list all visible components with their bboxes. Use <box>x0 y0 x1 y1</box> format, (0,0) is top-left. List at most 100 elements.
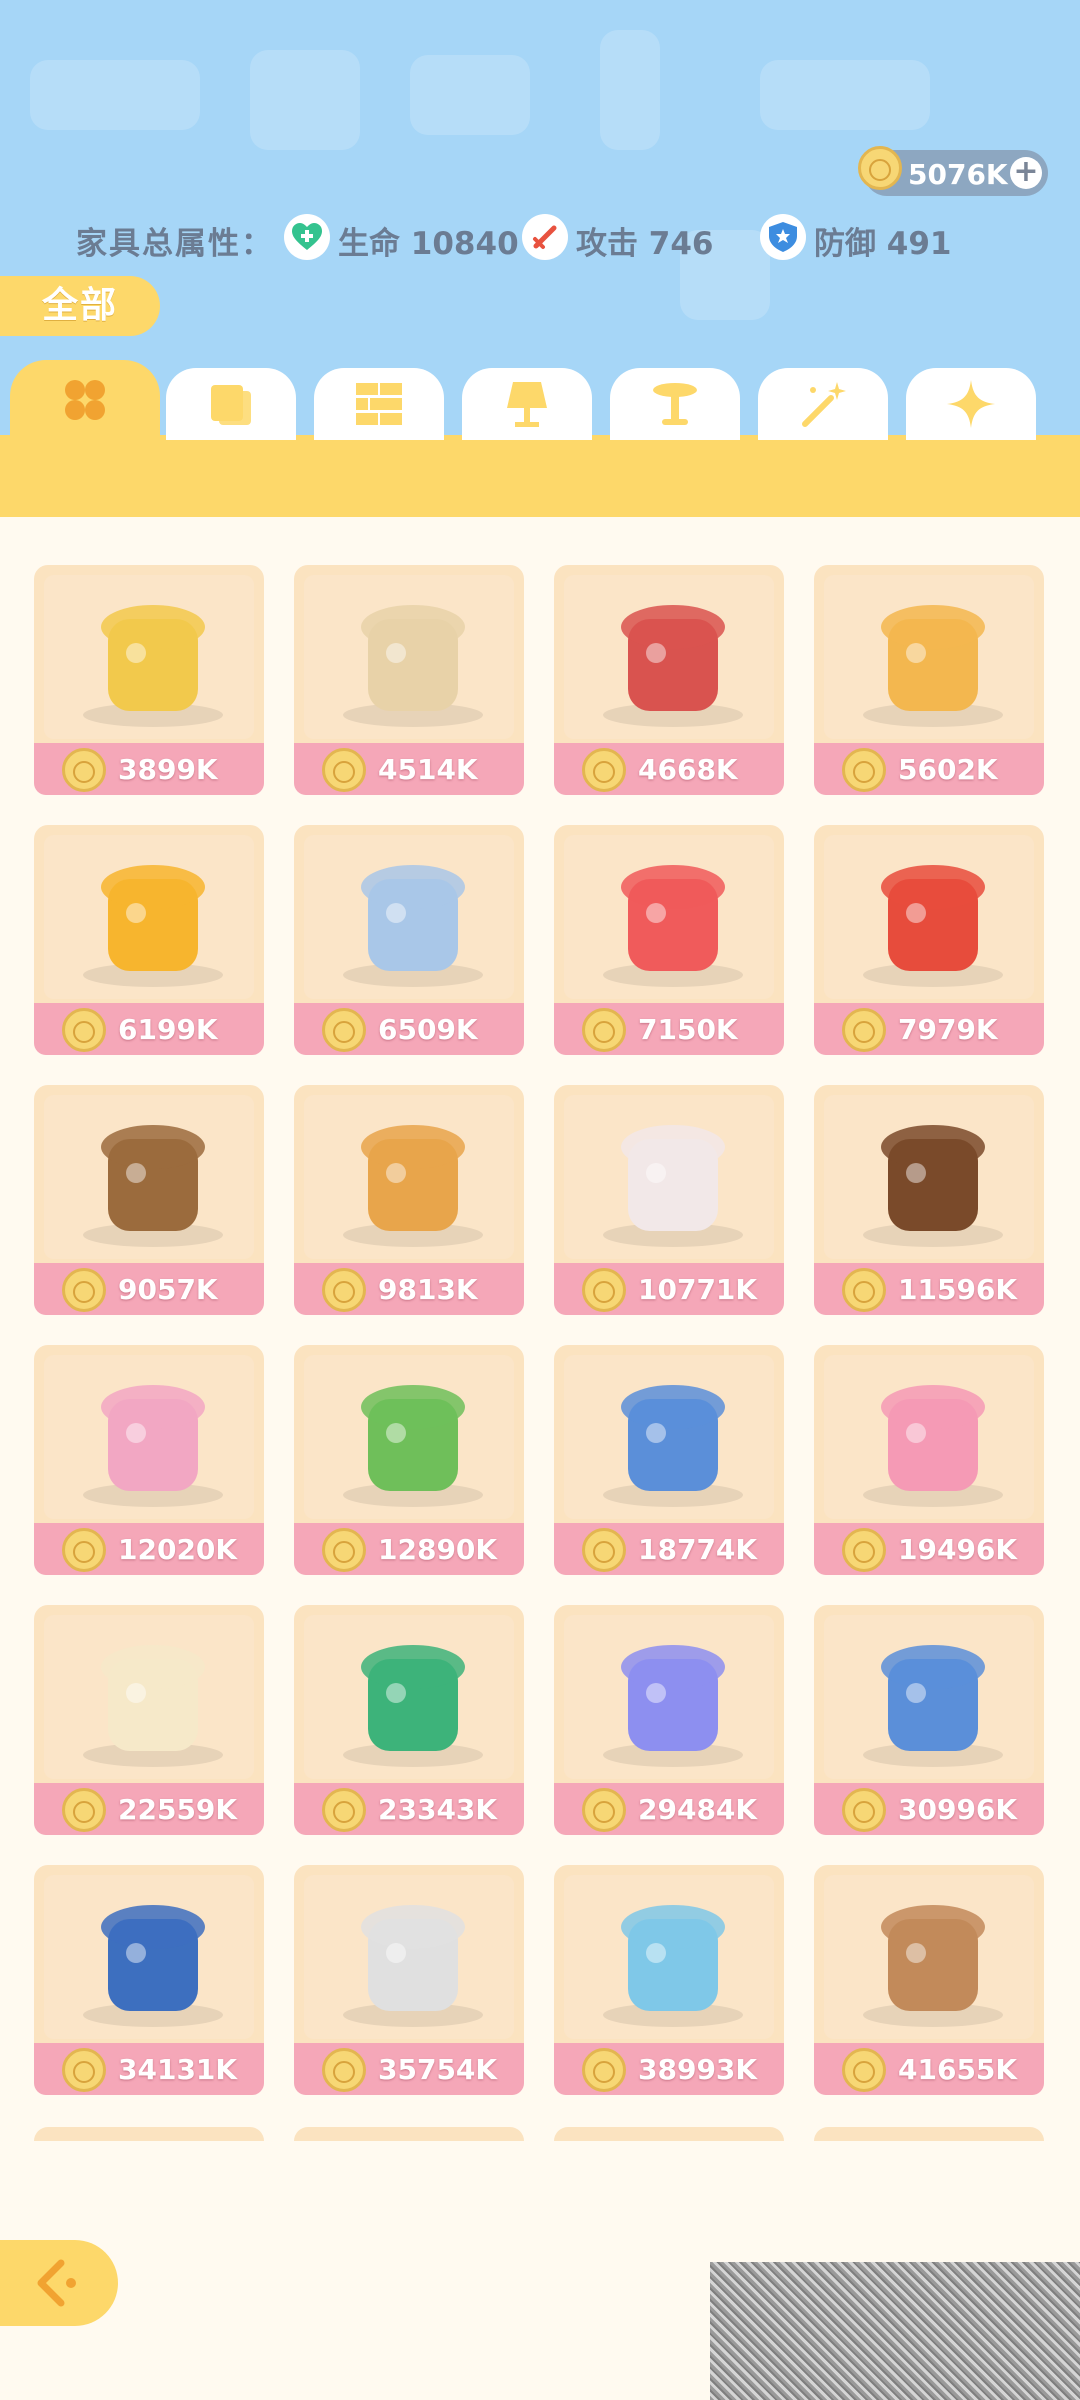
item-card-striped-chair[interactable]: 30996K <box>814 1605 1044 1835</box>
tab-wallpaper[interactable] <box>166 368 296 440</box>
coin-icon <box>582 1008 626 1052</box>
item-image-area <box>44 1615 254 1779</box>
cat-monitor-desk-icon <box>603 1905 743 2027</box>
item-card-blue-flowers[interactable]: 29484K <box>554 1605 784 1835</box>
price-bar: 4514K <box>294 743 524 795</box>
coin-icon <box>842 2048 886 2092</box>
item-price: 23343K <box>378 1793 498 1826</box>
item-image-area <box>304 835 514 999</box>
item-card-tulip-pot[interactable]: 6199K <box>34 825 264 1055</box>
shield-icon <box>760 214 806 260</box>
tab-table[interactable] <box>610 368 740 440</box>
furniture-stats: 家具总属性： 生命 10840 攻击 746 防御 491 <box>76 212 1056 262</box>
brick-floor-icon <box>356 383 402 425</box>
obscured-region <box>710 2262 1080 2400</box>
item-card-hammock[interactable]: 4514K <box>294 565 524 795</box>
item-image-area <box>824 835 1034 999</box>
item-price: 12020K <box>118 1533 238 1566</box>
item-card-vanity-dresser[interactable]: 10771K <box>554 1085 784 1315</box>
sofa-silhouette <box>30 60 200 130</box>
sofa-silhouette <box>760 60 930 130</box>
category-tabs <box>0 360 1080 440</box>
plant-ladder-icon <box>343 1125 483 1247</box>
item-image-area <box>564 835 774 999</box>
table-icon <box>653 383 697 425</box>
tab-floor[interactable] <box>314 368 444 440</box>
item-card-birdhouse-clock[interactable]: 7979K <box>814 825 1044 1055</box>
item-card-sunflower-table[interactable]: 41655K <box>814 1865 1044 2095</box>
price-bar: 35754K <box>294 2043 524 2095</box>
item-image-area <box>304 1095 514 1259</box>
coin-icon <box>322 1788 366 1832</box>
category-label: 全部 <box>0 276 160 336</box>
cushion-armchair-icon <box>83 1905 223 2027</box>
item-price: 6199K <box>118 1013 218 1046</box>
item-card-kotatsu[interactable]: 12890K <box>294 1345 524 1575</box>
coin-icon <box>322 2048 366 2092</box>
price-bar: 4668K <box>554 743 784 795</box>
item-image-area <box>564 1095 774 1259</box>
coin-icon <box>842 1008 886 1052</box>
item-price: 34131K <box>118 2053 238 2086</box>
item-image-area <box>44 1095 254 1259</box>
item-card-cat-monitor-desk[interactable]: 38993K <box>554 1865 784 2095</box>
item-image-area <box>824 575 1034 739</box>
item-grid: 3899K 4514K 4668K 5602K 6199K 6509K 7150K 7979K… <box>34 565 1046 2135</box>
item-card-folding-fan[interactable]: 4668K <box>554 565 784 795</box>
coin-icon <box>322 1268 366 1312</box>
price-bar: 38993K <box>554 2043 784 2095</box>
item-price: 7150K <box>638 1013 738 1046</box>
item-image-area <box>44 835 254 999</box>
item-card-green-pod-chair[interactable]: 23343K <box>294 1605 524 1835</box>
coin-icon <box>62 1788 106 1832</box>
coin-icon <box>322 1008 366 1052</box>
price-bar: 6199K <box>34 1003 264 1055</box>
tab-special[interactable] <box>906 368 1036 440</box>
item-price: 5602K <box>898 753 998 786</box>
price-bar: 22559K <box>34 1783 264 1835</box>
item-image-area <box>564 1355 774 1519</box>
item-price: 9057K <box>118 1273 218 1306</box>
item-price: 35754K <box>378 2053 498 2086</box>
item-card-cushion-armchair[interactable]: 34131K <box>34 1865 264 2095</box>
item-card-balloon-gift[interactable]: 7150K <box>554 825 784 1055</box>
item-card-game-table[interactable]: 35754K <box>294 1865 524 2095</box>
tab-magic[interactable] <box>758 368 888 440</box>
item-card-low-tea-bench[interactable]: 22559K <box>34 1605 264 1835</box>
back-button[interactable] <box>0 2240 118 2326</box>
mirror-silhouette <box>600 30 660 150</box>
item-price: 6509K <box>378 1013 478 1046</box>
sunflower-table-icon <box>863 1905 1003 2027</box>
coin-icon <box>322 748 366 792</box>
item-card-cherry-branch[interactable]: 12020K <box>34 1345 264 1575</box>
item-card-arched-cabinet[interactable]: 6509K <box>294 825 524 1055</box>
item-card-pink-flowers[interactable]: 19496K <box>814 1345 1044 1575</box>
item-image-area <box>304 1355 514 1519</box>
blue-flowers-icon <box>603 1645 743 1767</box>
price-bar: 6509K <box>294 1003 524 1055</box>
item-card-tea-table[interactable]: 11596K <box>814 1085 1044 1315</box>
price-bar: 7979K <box>814 1003 1044 1055</box>
item-price: 41655K <box>898 2053 1018 2086</box>
tab-all[interactable] <box>10 360 160 440</box>
tab-lamp[interactable] <box>462 368 592 440</box>
item-card-flower-basket[interactable]: 5602K <box>814 565 1044 795</box>
item-card-branch-light[interactable]: 9057K <box>34 1085 264 1315</box>
price-bar: 10771K <box>554 1263 784 1315</box>
item-card-plant-ladder[interactable]: 9813K <box>294 1085 524 1315</box>
coin-icon <box>62 1008 106 1052</box>
game-table-icon <box>343 1905 483 2027</box>
plus-icon[interactable]: + <box>1010 157 1042 189</box>
striped-chair-icon <box>863 1645 1003 1767</box>
cherry-branch-icon <box>83 1385 223 1507</box>
item-card-blue-stool[interactable]: 18774K <box>554 1345 784 1575</box>
item-card-watering-can[interactable]: 3899K <box>34 565 264 795</box>
wallpaper-icon <box>211 385 251 425</box>
low-tea-bench-icon <box>83 1645 223 1767</box>
item-price: 4668K <box>638 753 738 786</box>
stat-defense-text: 防御 491 <box>814 226 952 262</box>
item-price: 7979K <box>898 1013 998 1046</box>
price-bar: 5602K <box>814 743 1044 795</box>
price-bar: 18774K <box>554 1523 784 1575</box>
lamp-icon <box>507 382 547 427</box>
